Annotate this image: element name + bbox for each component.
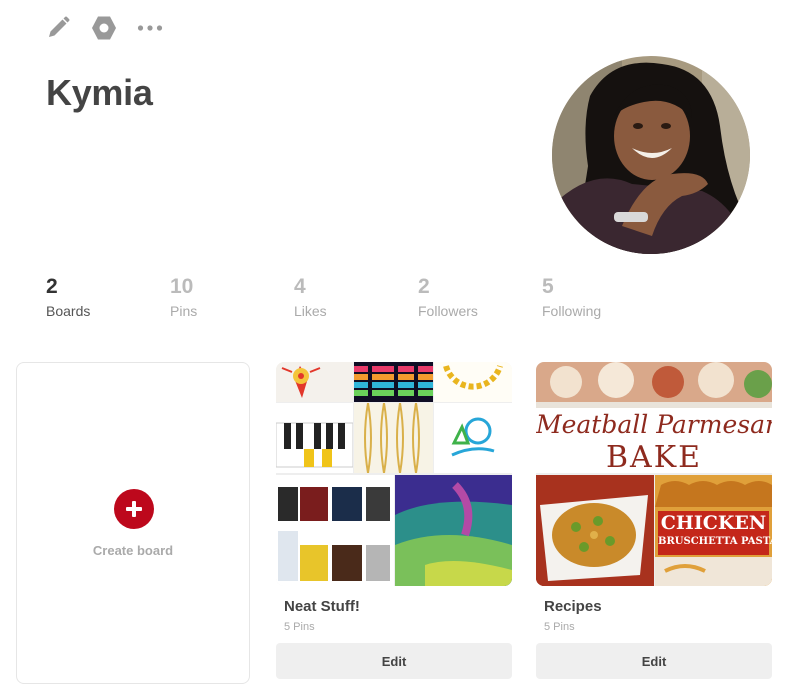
cover-text-line1: Meatball Parmesan xyxy=(536,410,772,439)
stat-boards[interactable]: 2 Boards xyxy=(46,275,170,320)
cover-tile xyxy=(354,403,433,473)
stat-count: 2 xyxy=(46,275,58,298)
stat-following[interactable]: 5 Following xyxy=(542,275,666,320)
cover-tile xyxy=(434,362,512,402)
edit-board-button[interactable]: Edit xyxy=(536,643,772,679)
board-card-neat-stuff: Neat Stuff! 5 Pins Edit xyxy=(276,362,512,679)
pencil-icon xyxy=(49,16,70,37)
edit-profile-button[interactable] xyxy=(44,14,72,42)
cover-text-line2: BAKE xyxy=(605,440,703,473)
stat-label: Likes xyxy=(294,303,327,319)
board-card-recipes: Meatball Parmesan BAKE CHICKEN BRUSCHETT… xyxy=(536,362,772,679)
board-pin-count: 5 Pins xyxy=(284,621,315,633)
board-pin-count: 5 Pins xyxy=(544,621,575,633)
board-cover[interactable] xyxy=(276,362,512,586)
stat-label: Followers xyxy=(418,303,478,319)
edit-board-button[interactable]: Edit xyxy=(276,643,512,679)
stat-likes[interactable]: 4 Likes xyxy=(294,275,418,320)
stat-followers[interactable]: 2 Followers xyxy=(418,275,542,320)
plus-icon xyxy=(126,501,142,517)
settings-hexagon-icon xyxy=(92,16,116,40)
cover-tile xyxy=(536,475,654,586)
create-board-button[interactable] xyxy=(114,489,154,529)
stat-label: Pins xyxy=(170,303,198,319)
board-title[interactable]: Recipes xyxy=(544,598,772,615)
stat-label: Boards xyxy=(46,303,91,319)
more-options-button[interactable] xyxy=(136,14,164,42)
cover-tile xyxy=(276,475,394,586)
stat-pins[interactable]: 10 Pins xyxy=(170,275,294,320)
more-dots-icon xyxy=(137,25,163,31)
settings-button[interactable] xyxy=(90,14,118,42)
cover-tile xyxy=(395,475,512,586)
cover-tile xyxy=(354,362,433,402)
board-title[interactable]: Neat Stuff! xyxy=(284,598,512,615)
profile-stats: 2 Boards 10 Pins 4 Likes 2 Followers 5 F… xyxy=(46,275,666,320)
stat-count: 4 xyxy=(294,275,306,298)
cover-text-side2: BRUSCHETTA PASTA xyxy=(658,536,772,547)
cover-title-banner: CHICKEN BRUSCHETTA PASTA xyxy=(658,511,772,555)
cover-tile: CHICKEN BRUSCHETTA PASTA xyxy=(655,475,772,586)
cover-text-side1: CHICKEN xyxy=(660,512,767,534)
cover-tile xyxy=(434,403,512,473)
cover-tile xyxy=(276,403,353,473)
cover-tile xyxy=(276,362,353,402)
stat-count: 5 xyxy=(542,275,554,298)
create-board-card[interactable]: Create board xyxy=(16,362,250,684)
stat-count: 10 xyxy=(170,275,194,298)
profile-toolbar xyxy=(44,14,164,42)
board-cover[interactable]: Meatball Parmesan BAKE CHICKEN BRUSCHETT… xyxy=(536,362,772,586)
profile-name: Kymia xyxy=(46,72,153,113)
stat-count: 2 xyxy=(418,275,430,298)
create-board-label: Create board xyxy=(92,543,174,558)
profile-avatar[interactable] xyxy=(552,56,750,254)
cover-tile: Meatball Parmesan BAKE xyxy=(536,362,772,473)
stat-label: Following xyxy=(542,303,602,319)
